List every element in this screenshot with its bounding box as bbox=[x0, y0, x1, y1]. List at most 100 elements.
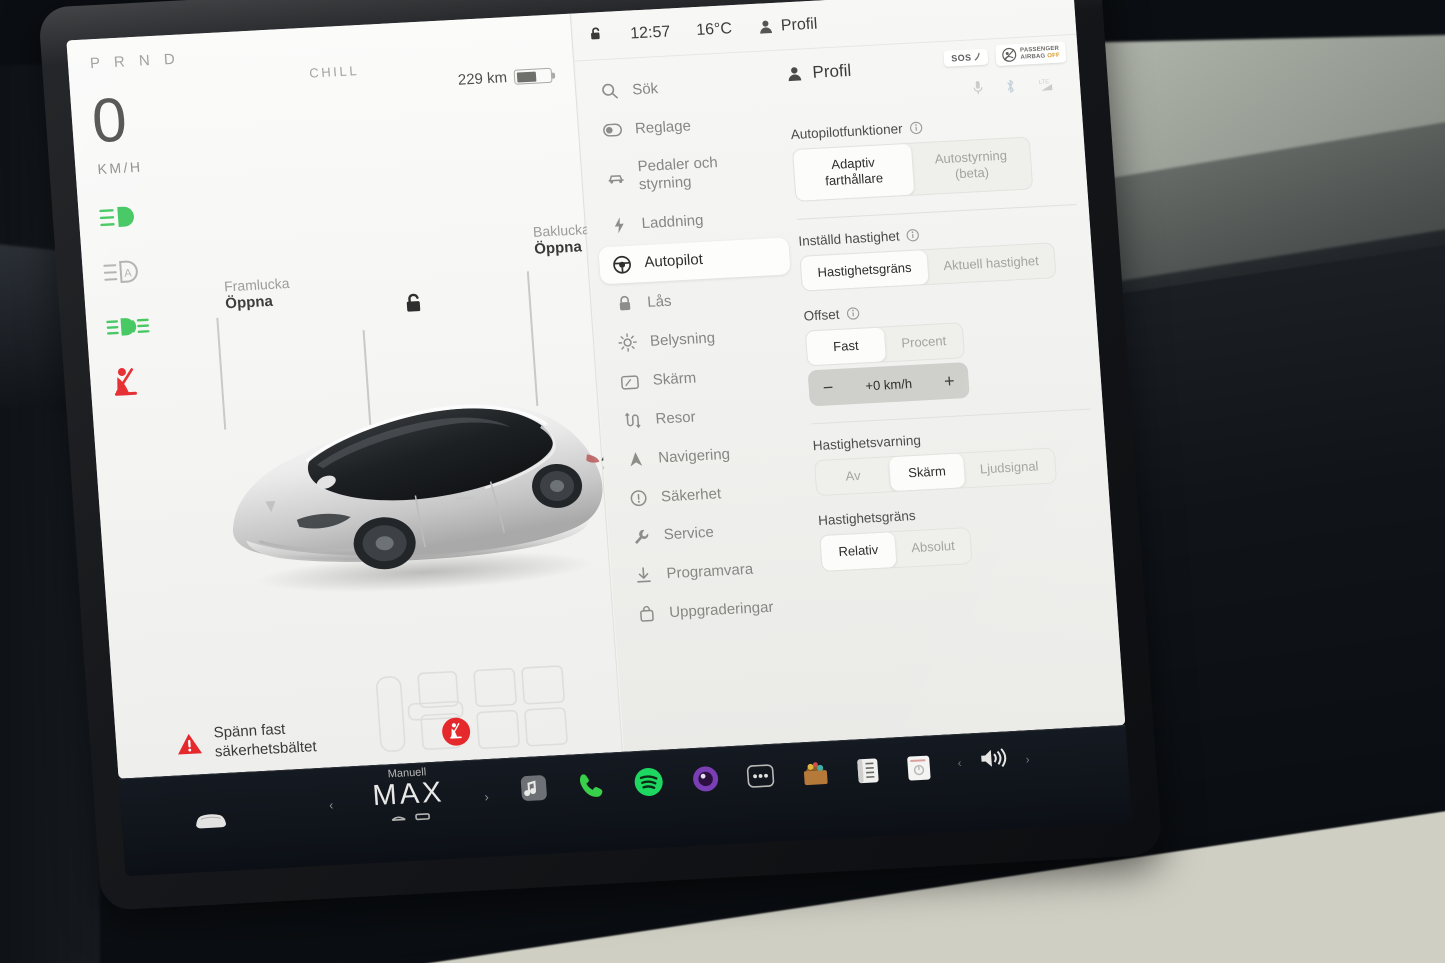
label-offset: Offset bbox=[803, 294, 1084, 324]
offset-increment-button[interactable]: + bbox=[943, 371, 955, 392]
driving-display-pane: P R N D 0 KM/H CHILL 229 km A Framlucka … bbox=[66, 13, 623, 779]
sidebar-item-pedaler-och-styrning[interactable]: Pedaler och styrning bbox=[592, 142, 786, 205]
car-front-icon[interactable] bbox=[193, 809, 229, 836]
climate-prev-button[interactable]: ‹ bbox=[328, 797, 333, 812]
range-indicator[interactable]: 229 km bbox=[457, 67, 553, 89]
label-text-hastighetsgrans: Hastighetsgräns bbox=[817, 508, 917, 529]
sidebar-label-reglage: Reglage bbox=[634, 117, 692, 138]
label-autopilotfunktioner: Autopilotfunktioner bbox=[790, 112, 1071, 142]
sidebar-item-reglage[interactable]: Reglage bbox=[589, 103, 781, 149]
auto-headlight-icon: A bbox=[102, 256, 150, 286]
label-hastighetsgrans: Hastighetsgräns bbox=[818, 498, 1099, 528]
bluetooth-icon bbox=[1004, 78, 1016, 100]
seatbelt-alert-badge bbox=[442, 717, 471, 746]
camera-icon[interactable] bbox=[691, 765, 720, 798]
sidebar-item-skarm[interactable]: Skärm bbox=[607, 356, 799, 402]
callout-rear-title: Baklucka bbox=[532, 220, 591, 240]
tesla-touchscreen: P R N D 0 KM/H CHILL 229 km A Framlucka … bbox=[38, 0, 1163, 911]
label-text-offset: Offset bbox=[803, 306, 840, 324]
info-icon[interactable] bbox=[906, 228, 920, 242]
sidebar-item-service[interactable]: Service bbox=[618, 510, 810, 556]
fog-light-icon bbox=[106, 311, 154, 341]
sidebar-label-sakerhet: Säkerhet bbox=[660, 484, 722, 505]
sidebar-item-las[interactable]: Lås bbox=[601, 277, 793, 323]
sidebar-item-sakerhet[interactable]: Säkerhet bbox=[615, 471, 807, 517]
option-ljudsignal[interactable]: Ljudsignal bbox=[963, 449, 1056, 488]
sidebar-label-belysning: Belysning bbox=[649, 329, 716, 350]
sidebar-item-autopilot[interactable]: Autopilot bbox=[598, 237, 791, 285]
phone-icon[interactable] bbox=[574, 769, 606, 806]
field-installd-hastighet: Inställd hastighet Hastighetsgräns Aktue… bbox=[798, 218, 1082, 292]
toybox-icon[interactable] bbox=[801, 760, 830, 791]
display-icon bbox=[619, 374, 640, 390]
navigation-arrow-icon bbox=[625, 450, 646, 468]
media-note-icon[interactable] bbox=[519, 774, 548, 807]
sidebar-item-programvara[interactable]: Programvara bbox=[620, 548, 812, 594]
svg-text:A: A bbox=[124, 267, 133, 279]
label-text-hastighetsvarning: Hastighetsvarning bbox=[812, 432, 922, 454]
callout-front-title: Framlucka bbox=[223, 274, 290, 295]
indicator-lamps: A bbox=[98, 202, 158, 397]
offset-decrement-button[interactable]: − bbox=[822, 377, 834, 398]
download-icon bbox=[633, 566, 654, 584]
more-dots-icon[interactable] bbox=[746, 764, 775, 793]
info-icon[interactable] bbox=[846, 306, 860, 320]
bolt-icon bbox=[608, 216, 629, 235]
callout-rear-value: Öppna bbox=[533, 238, 583, 258]
option-adaptiv-farthallare[interactable]: Adaptiv farthållare bbox=[792, 143, 915, 201]
calendar-icon[interactable] bbox=[856, 757, 880, 789]
segmented-autopilotfunktioner: Adaptiv farthållare Autostyrning (beta) bbox=[791, 136, 1034, 202]
outside-temperature[interactable]: 16°C bbox=[696, 20, 733, 40]
sidebar-item-uppgraderingar[interactable]: Uppgraderingar bbox=[623, 587, 815, 633]
option-procent[interactable]: Procent bbox=[884, 323, 964, 361]
sidebar-label-sok: Sök bbox=[631, 80, 659, 99]
sidebar-item-laddning[interactable]: Laddning bbox=[596, 198, 788, 244]
field-offset: Offset Fast Procent − +0 km/h + bbox=[803, 294, 1090, 407]
volume-next-button[interactable]: › bbox=[1025, 752, 1030, 766]
info-circle-icon bbox=[628, 489, 649, 507]
info-icon[interactable] bbox=[909, 121, 923, 135]
callout-front-trunk[interactable]: Framlucka Öppna bbox=[224, 275, 292, 312]
option-skarm[interactable]: Skärm bbox=[888, 453, 966, 492]
speaker-icon[interactable] bbox=[979, 745, 1009, 775]
sidebar-item-navigering[interactable]: Navigering bbox=[612, 433, 804, 479]
clock[interactable]: 12:57 bbox=[630, 23, 671, 43]
steering-wheel-icon bbox=[611, 255, 632, 275]
seatbelt-warning-message: Spänn fast säkerhetsbältet bbox=[175, 718, 317, 764]
option-av[interactable]: Av bbox=[815, 457, 891, 495]
option-relativ[interactable]: Relativ bbox=[820, 532, 897, 571]
spotify-icon[interactable] bbox=[632, 766, 666, 804]
profile-button[interactable]: Profil bbox=[757, 15, 818, 36]
sidebar-label-laddning: Laddning bbox=[641, 211, 704, 233]
lte-signal-icon: LTE bbox=[1037, 76, 1058, 98]
climate-next-button[interactable]: › bbox=[484, 789, 489, 804]
notes-icon[interactable] bbox=[906, 754, 932, 786]
callout-rear-trunk[interactable]: Baklucka Öppna bbox=[532, 221, 591, 258]
sidebar-label-service: Service bbox=[663, 523, 715, 544]
option-hastighetsgrans[interactable]: Hastighetsgräns bbox=[800, 249, 929, 291]
shopping-bag-icon bbox=[636, 605, 657, 623]
vent-windshield-icon[interactable] bbox=[389, 812, 407, 823]
toggle-icon bbox=[602, 123, 623, 137]
field-autopilotfunktioner: Autopilotfunktioner Adaptiv farthållare … bbox=[790, 112, 1075, 202]
sidebar-item-resor[interactable]: Resor bbox=[609, 394, 801, 440]
volume-prev-button[interactable]: ‹ bbox=[957, 755, 962, 769]
status-lock-icon[interactable] bbox=[587, 24, 606, 47]
trips-icon bbox=[622, 412, 643, 430]
climate-control[interactable]: Manuell MAX ‹ › bbox=[328, 764, 489, 826]
vent-face-icon[interactable] bbox=[413, 811, 431, 822]
unlocked-padlock-icon[interactable] bbox=[400, 290, 428, 322]
seatbelt-warning-icon bbox=[110, 366, 158, 396]
option-aktuell-hastighet[interactable]: Aktuell hastighet bbox=[926, 243, 1056, 284]
field-hastighetsgrans: Hastighetsgräns Relativ Absolut bbox=[818, 498, 1102, 572]
svg-text:LTE: LTE bbox=[1039, 79, 1050, 86]
option-autostyrning-beta[interactable]: Autostyrning (beta) bbox=[911, 137, 1032, 194]
offset-stepper: − +0 km/h + bbox=[807, 361, 970, 407]
option-absolut[interactable]: Absolut bbox=[894, 528, 972, 566]
microphone-icon bbox=[972, 80, 983, 101]
sidebar-item-sok[interactable]: Sök bbox=[586, 65, 778, 111]
search-icon bbox=[599, 83, 620, 101]
option-fast[interactable]: Fast bbox=[805, 327, 887, 366]
volume-control: ‹ › bbox=[957, 744, 1031, 777]
sidebar-item-belysning[interactable]: Belysning bbox=[604, 316, 796, 363]
